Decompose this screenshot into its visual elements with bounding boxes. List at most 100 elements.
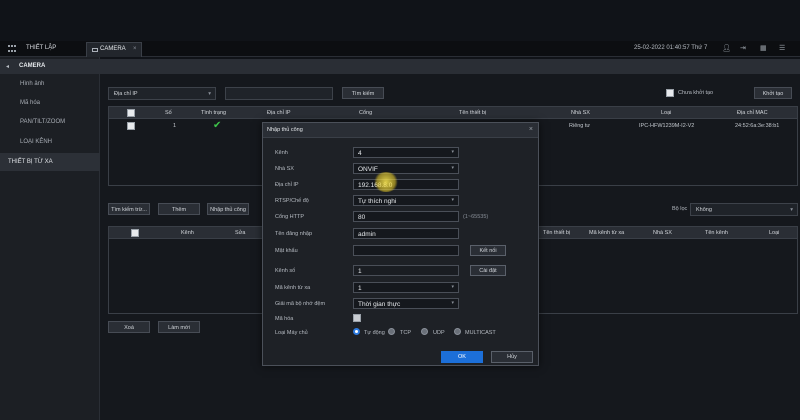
vendor-select[interactable]: ONVIF ▾: [353, 163, 459, 174]
radio-multicast-label: MULTICAST: [465, 330, 496, 336]
col-number: Số: [165, 110, 172, 116]
radio-auto[interactable]: [353, 328, 360, 335]
dialog-title: Nhập thủ công: [267, 127, 303, 133]
filter-select[interactable]: Không ▾: [690, 203, 798, 216]
col-edit: Sửa: [235, 230, 246, 236]
col-channel-name: Tên kênh: [705, 230, 728, 236]
remote-channel-value: 1: [358, 285, 362, 292]
user-icon[interactable]: 👤︎: [722, 44, 731, 52]
col-vendor: Nhà SX: [653, 230, 672, 236]
sidebar-item-image[interactable]: Hình ảnh: [20, 81, 44, 87]
encryption-checkbox[interactable]: [353, 314, 361, 322]
setup-button[interactable]: Cài đặt: [470, 265, 506, 276]
sidebar-item-remote-device[interactable]: THIẾT BỊ TỪ XA: [0, 153, 100, 171]
search-button[interactable]: Tìm kiếm: [342, 87, 384, 99]
sidebar: ◂ CAMERA Hình ảnh Mã hóa PAN/TILT/ZOOM L…: [0, 57, 800, 420]
col-channel: Kênh: [181, 230, 194, 236]
cursor-highlight: [373, 172, 399, 192]
apps-grid-icon[interactable]: [8, 45, 17, 53]
ip-address-field[interactable]: 192.168.8.0: [353, 179, 459, 190]
label-buffer: Giải mã bộ nhớ đệm: [275, 301, 326, 307]
col-type: Loại: [661, 110, 672, 116]
close-icon[interactable]: ×: [529, 126, 533, 133]
rtsp-mode-select[interactable]: Tự thích nghi ▾: [353, 195, 459, 206]
password-field[interactable]: [353, 245, 459, 256]
remote-channel-select[interactable]: 1 ▾: [353, 282, 459, 293]
filter-value: Không: [696, 207, 712, 213]
radio-udp[interactable]: [421, 328, 428, 335]
search-input[interactable]: [225, 87, 333, 100]
cancel-button[interactable]: Hủy: [491, 351, 533, 363]
sidebar-item-encode[interactable]: Mã hóa: [20, 100, 40, 106]
search-type-select[interactable]: Địa chỉ IP ▾: [108, 87, 216, 100]
vendor-value: ONVIF: [358, 166, 378, 173]
col-device-name: Tên thiết bị: [543, 230, 571, 236]
sidebar-item-channel-type[interactable]: LOẠI KÊNH: [20, 139, 52, 145]
channel-value: 4: [358, 150, 362, 157]
menu-icon[interactable]: ☰: [779, 44, 785, 52]
sidebar-item-ptz[interactable]: PAN/TILT/ZOOM: [20, 119, 65, 125]
col-port: Cổng: [359, 110, 373, 116]
filter-label: Bộ lọc: [672, 206, 688, 212]
tab-camera[interactable]: CAMERA ×: [86, 42, 142, 57]
radio-auto-label: Tự động: [364, 330, 385, 336]
refresh-button[interactable]: Làm mới: [158, 321, 200, 333]
search-except-button[interactable]: Tìm kiếm trừ...: [108, 203, 150, 215]
chevron-down-icon: ▾: [451, 300, 454, 306]
chevron-down-icon: ▾: [451, 284, 454, 290]
label-rtsp: RTSP/Chế độ: [275, 198, 309, 204]
chevron-down-icon: ▾: [208, 91, 211, 97]
uninitialized-checkbox[interactable]: [666, 89, 674, 97]
add-button[interactable]: Thêm: [158, 203, 200, 215]
buffer-select[interactable]: Thời gian thực ▾: [353, 298, 459, 309]
chevron-down-icon: ▾: [451, 149, 454, 155]
sidebar-title: CAMERA: [19, 63, 46, 69]
label-encryption: Mã hóa: [275, 316, 294, 322]
ok-button[interactable]: OK: [441, 351, 483, 363]
select-all-checkbox[interactable]: [127, 109, 135, 117]
datetime-display: 25-02-2022 01:40:57 Thứ 7: [634, 45, 708, 51]
radio-multicast[interactable]: [454, 328, 461, 335]
radio-udp-label: UDP: [433, 330, 445, 336]
row-vendor: Riêng tư: [569, 123, 591, 129]
label-username: Tên đăng nhập: [275, 231, 313, 237]
col-vendor: Nhà SX: [571, 110, 590, 116]
dialog-header: Nhập thủ công ×: [263, 123, 538, 138]
status-check-icon: ✔: [213, 120, 222, 131]
col-ip: Địa chỉ IP: [267, 110, 291, 116]
row-checkbox[interactable]: [127, 122, 135, 130]
logout-icon[interactable]: ⇥: [740, 44, 746, 52]
manual-add-button[interactable]: Nhập thủ công: [207, 203, 249, 215]
table-header: Số Tình trạng Địa chỉ IP Cổng Tên thiết …: [109, 107, 797, 119]
manual-add-dialog: Nhập thủ công × Kênh 4 ▾ Nhà SX ONVIF ▾ …: [262, 122, 539, 366]
chevron-down-icon: ▾: [790, 207, 793, 213]
rtsp-mode-value: Tự thích nghi: [358, 198, 397, 205]
col-mac: Địa chỉ MAC: [737, 110, 768, 116]
channel-number-field[interactable]: 1: [353, 265, 459, 276]
initialize-button[interactable]: Khởi tạo: [754, 87, 792, 99]
setup-label[interactable]: THIẾT LẬP: [26, 45, 56, 51]
search-type-value: Địa chỉ IP: [114, 91, 138, 97]
username-field[interactable]: admin: [353, 228, 459, 239]
col-remote-channel: Mã kênh từ xa: [589, 230, 625, 236]
label-channel-number: Kênh số: [275, 268, 296, 274]
tab-close-icon[interactable]: ×: [133, 46, 137, 52]
row-number: 1: [173, 123, 177, 129]
http-port-field[interactable]: 80: [353, 211, 459, 222]
delete-button[interactable]: Xoá: [108, 321, 150, 333]
col-status: Tình trạng: [201, 110, 227, 116]
label-vendor: Nhà SX: [275, 166, 294, 172]
label-server-type: Loại Máy chủ: [275, 330, 308, 336]
uninitialized-label: Chưa khởi tạo: [678, 90, 714, 96]
chevron-down-icon: ▾: [451, 197, 454, 203]
buffer-value: Thời gian thực: [358, 301, 401, 308]
select-all-checkbox[interactable]: [131, 229, 139, 237]
collapse-arrow-icon[interactable]: ◂: [6, 63, 9, 70]
radio-tcp-label: TCP: [400, 330, 411, 336]
http-port-value: 80: [358, 214, 366, 221]
grid-icon[interactable]: ▦: [760, 44, 767, 52]
connect-button[interactable]: Kết nối: [470, 245, 506, 256]
channel-select[interactable]: 4 ▾: [353, 147, 459, 158]
app-frame: THIẾT LẬP CAMERA × 25-02-2022 01:40:57 T…: [0, 0, 800, 420]
radio-tcp[interactable]: [388, 328, 395, 335]
